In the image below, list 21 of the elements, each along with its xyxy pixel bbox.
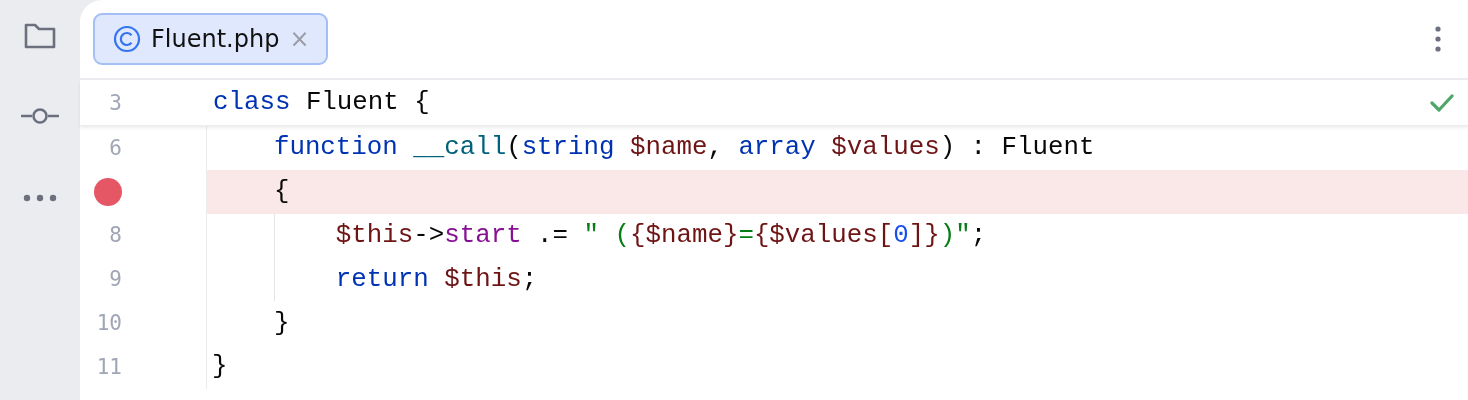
code-line: $this->start .= " ({$name}={$values[0]})"; (334, 221, 987, 250)
code-line: } (272, 308, 290, 338)
line-number: 9 (109, 267, 122, 292)
line-number: 8 (109, 223, 122, 248)
file-tab[interactable]: Fluent.php × (93, 13, 328, 65)
code-line: class Fluent { (213, 88, 430, 117)
code-line: { (272, 177, 290, 207)
more-icon[interactable] (1434, 25, 1442, 53)
code-line: return $this; (334, 264, 538, 294)
breakpoint-icon[interactable] (94, 177, 122, 206)
code-line: function __call(string $name, array $values) : Fluent (272, 133, 1095, 163)
class-icon (113, 25, 141, 53)
commit-icon[interactable] (20, 107, 60, 125)
line-number: 6 (109, 135, 122, 160)
folder-icon[interactable] (23, 22, 57, 50)
line-number: 11 (96, 354, 122, 379)
check-icon (1430, 93, 1454, 112)
line-number: 3 (108, 90, 122, 115)
line-number: 10 (96, 311, 122, 336)
code-line: } (212, 352, 228, 382)
more-icon[interactable] (23, 194, 57, 202)
